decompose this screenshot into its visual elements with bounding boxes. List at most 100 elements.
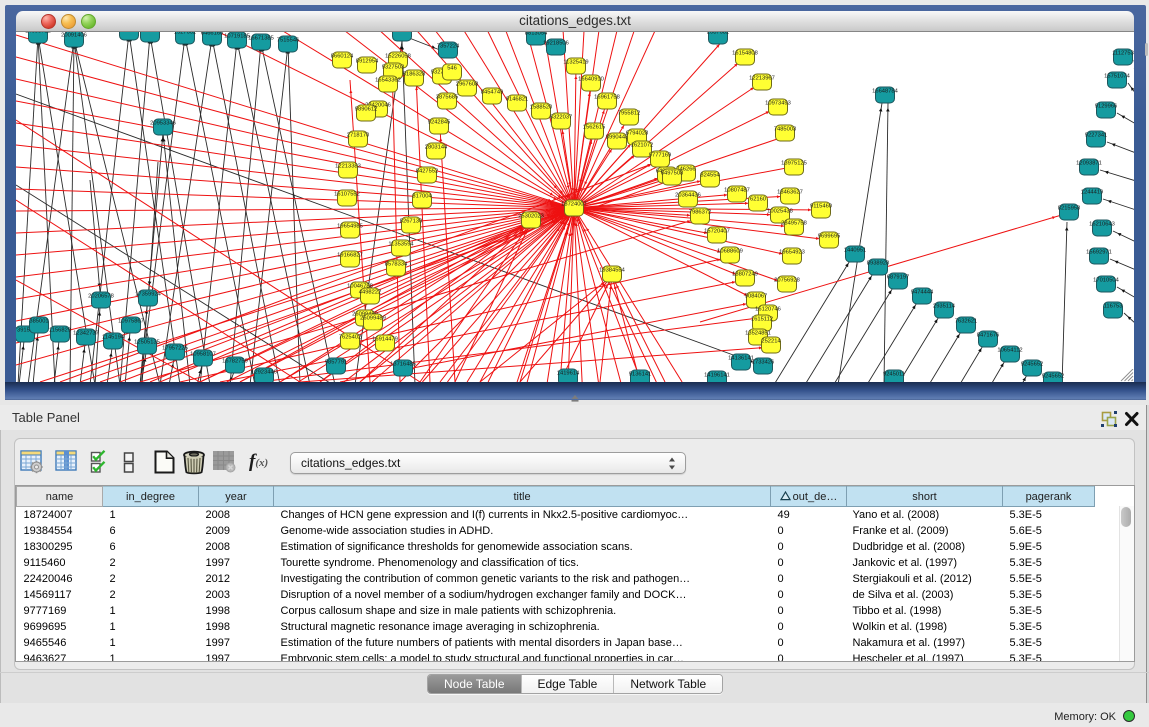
svg-text:2718170: 2718170 [347,133,369,139]
svg-text:7485003: 7485003 [774,127,796,133]
svg-text:1588520: 1588520 [530,105,552,111]
svg-text:16120746: 16120746 [755,307,781,313]
svg-text:8215958: 8215958 [1058,206,1080,212]
svg-text:14136141: 14136141 [728,356,754,362]
svg-text:16961758: 16961758 [594,95,620,101]
svg-text:7515546: 7515546 [277,38,299,44]
svg-text:1419614: 1419614 [557,371,580,377]
svg-text:10958107: 10958107 [190,352,216,358]
svg-text:10973493: 10973493 [765,101,791,107]
svg-text:385001: 385001 [29,319,48,325]
svg-text:19654923: 19654923 [779,250,805,256]
svg-text:9327503: 9327503 [382,65,404,71]
svg-text:25302023: 25302023 [518,214,544,220]
svg-text:16782759: 16782759 [222,359,248,365]
svg-text:10688609: 10688609 [717,249,743,255]
svg-text:8186328: 8186328 [403,72,425,78]
svg-text:252214: 252214 [761,339,781,345]
svg-text:17957225: 17957225 [162,346,188,352]
svg-text:20091406: 20091406 [61,33,87,39]
svg-text:8454749: 8454749 [481,90,503,96]
svg-text:20953346: 20953346 [150,121,176,127]
svg-text:16543362: 16543362 [375,78,401,84]
svg-text:2935114: 2935114 [933,304,956,310]
svg-text:20756928: 20756928 [774,278,800,284]
svg-text:6879197: 6879197 [887,275,909,281]
svg-text:10975867: 10975867 [118,319,144,325]
svg-text:1621072: 1621072 [631,143,653,149]
svg-text:17010504: 17010504 [1093,278,1119,284]
svg-text:824554: 824554 [700,173,720,179]
svg-text:9857791: 9857791 [325,360,347,366]
svg-text:10654112: 10654112 [997,348,1022,354]
svg-text:9242845: 9242845 [428,120,450,126]
svg-text:1440951: 1440951 [844,248,866,254]
svg-text:14196141: 14196141 [704,373,730,379]
svg-text:1156829: 1156829 [49,328,71,334]
svg-text:9890612: 9890612 [355,107,377,113]
svg-text:18463627: 18463627 [777,190,803,196]
svg-text:16648784: 16648784 [872,89,898,95]
svg-text:10719185: 10719185 [224,34,250,40]
svg-text:8427552: 8427552 [416,169,438,175]
svg-text:11353594: 11353594 [388,242,414,248]
svg-text:8578334: 8578334 [385,262,408,268]
svg-text:18724007: 18724007 [561,202,587,208]
svg-text:15720407: 15720407 [704,229,730,235]
svg-text:4498222: 4498222 [359,290,381,296]
svg-text:7632621: 7632621 [955,319,977,325]
svg-text:12093871: 12093871 [1076,161,1102,167]
svg-text:7625402: 7625402 [339,335,361,341]
svg-text:9777169: 9777169 [649,153,671,159]
svg-text:8912954: 8912954 [356,59,379,65]
svg-text:7955812: 7955812 [618,111,640,117]
svg-text:546: 546 [447,66,457,72]
svg-text:1562615: 1562615 [583,125,605,131]
svg-text:7357224: 7357224 [437,44,460,50]
svg-text:10807487: 10807487 [724,188,750,194]
svg-text:19654985: 19654985 [337,224,363,230]
svg-text:13975125: 13975125 [781,161,807,167]
svg-text:817004: 817004 [412,194,432,200]
svg-text:16210643: 16210643 [1089,222,1115,228]
svg-text:9084067: 9084067 [745,294,767,300]
svg-text:9245652: 9245652 [1021,362,1043,368]
svg-text:17359924: 17359924 [135,292,161,298]
svg-text:1112753: 1112753 [1112,51,1134,57]
svg-text:19384554: 19384554 [599,268,625,274]
svg-text:8938928: 8938928 [867,261,889,267]
svg-text:9136141: 9136141 [629,372,651,378]
svg-text:16107552: 16107552 [334,192,360,198]
svg-text:13716485: 13716485 [390,362,416,368]
svg-text:2803144: 2803144 [425,145,448,151]
svg-text:13524851: 13524851 [745,331,771,337]
svg-text:6322037: 6322037 [550,115,572,121]
svg-text:12342737: 12342737 [73,331,99,337]
svg-text:19166827: 19166827 [337,253,363,259]
svg-text:26099489: 26099489 [360,316,386,322]
svg-text:28495758: 28495758 [781,221,807,227]
svg-text:3875685: 3875685 [436,95,458,101]
svg-text:6794028: 6794028 [626,131,648,137]
svg-text:9146821: 9146821 [506,97,528,103]
svg-text:10025438: 10025438 [767,209,793,215]
svg-text:16914479: 16914479 [372,337,398,343]
svg-text:9115460: 9115460 [810,204,832,210]
svg-text:12505135: 12505135 [134,340,160,346]
svg-text:1145194: 1145194 [102,335,125,341]
svg-text:8660124: 8660124 [331,54,354,60]
svg-text:7986372: 7986372 [689,210,711,216]
svg-text:12923446: 12923446 [251,370,277,376]
svg-text:16671385: 16671385 [248,36,274,42]
svg-text:20364436: 20364436 [675,193,701,199]
svg-text:18807249: 18807249 [732,272,758,278]
svg-text:9245652: 9245652 [1042,374,1064,380]
svg-text:9474444: 9474444 [911,290,934,296]
svg-text:6497508: 6497508 [661,171,683,177]
svg-text:15692971: 15692971 [1086,250,1112,256]
svg-text:20206578: 20206578 [88,294,114,300]
svg-text:9227341: 9227341 [1085,133,1107,139]
svg-text:1733426: 1733426 [752,360,774,366]
svg-text:15226058: 15226058 [385,54,411,60]
svg-text:15751074: 15751074 [1104,74,1130,80]
